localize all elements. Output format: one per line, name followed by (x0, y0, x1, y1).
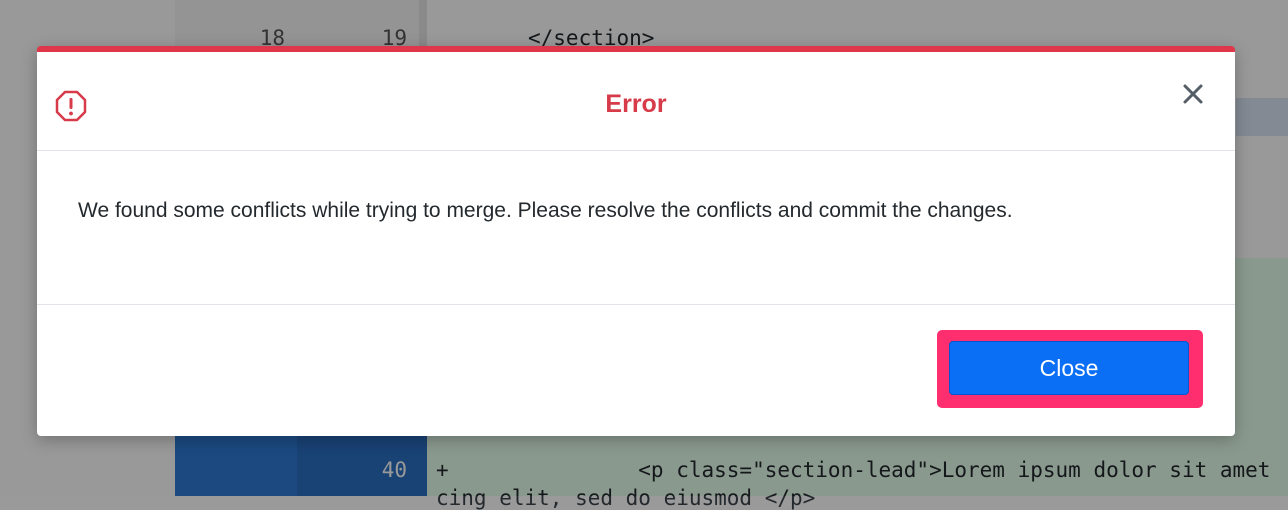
dialog-footer: Close (37, 305, 1235, 436)
close-icon[interactable] (1179, 80, 1207, 108)
close-button[interactable]: Close (949, 341, 1189, 395)
dialog-title: Error (605, 90, 667, 118)
dialog-header: Error (37, 52, 1235, 151)
dialog-body: We found some conflicts while trying to … (37, 151, 1235, 305)
dialog-message: We found some conflicts while trying to … (78, 199, 1013, 222)
close-button-highlight: Close (937, 330, 1203, 408)
error-dialog: Error We found some conflicts while tryi… (37, 46, 1235, 436)
